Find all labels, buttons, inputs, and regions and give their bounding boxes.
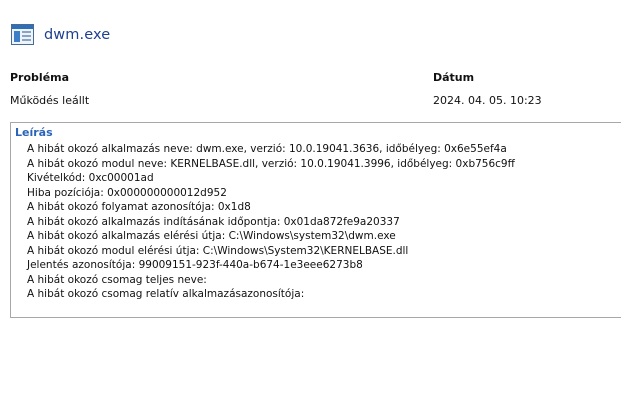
description-line: Hiba pozíciója: 0x000000000012d952: [27, 186, 227, 199]
app-name-title: dwm.exe: [44, 27, 111, 43]
problem-column-header: Probléma: [10, 71, 70, 84]
description-line: A hibát okozó csomag relatív alkalmazása…: [27, 288, 305, 300]
description-line: A hibát okozó csomag teljes neve:: [27, 273, 207, 286]
description-line: A hibát okozó alkalmazás neve: dwm.exe, …: [27, 143, 507, 155]
problem-value: Működés leállt: [10, 94, 90, 107]
description-title: Leírás: [15, 126, 53, 139]
description-line: A hibát okozó modul neve: KERNELBASE.dll…: [27, 157, 515, 170]
description-line: A hibát okozó alkalmazás elérési útja: C…: [27, 230, 396, 242]
description-line: A hibát okozó modul elérési útja: C:\Win…: [27, 244, 409, 257]
description-box[interactable]: Leírás A hibát okozó alkalmazás neve: dw…: [10, 122, 621, 318]
description-lines: A hibát okozó alkalmazás neve: dwm.exe, …: [27, 142, 515, 302]
window-app-icon: [10, 23, 36, 47]
description-line: A hibát okozó folyamat azonosítója: 0x1d…: [27, 201, 251, 213]
description-line: Kivételkód: 0xc00001ad: [27, 172, 154, 184]
description-line: A hibát okozó alkalmazás indításának idő…: [27, 215, 400, 228]
description-line: Jelentés azonosítója: 99009151-923f-440a…: [27, 259, 363, 271]
date-column-header: Dátum: [433, 71, 475, 84]
date-value: 2024. 04. 05. 10:23: [433, 94, 542, 107]
report-header: dwm.exe: [10, 22, 110, 48]
